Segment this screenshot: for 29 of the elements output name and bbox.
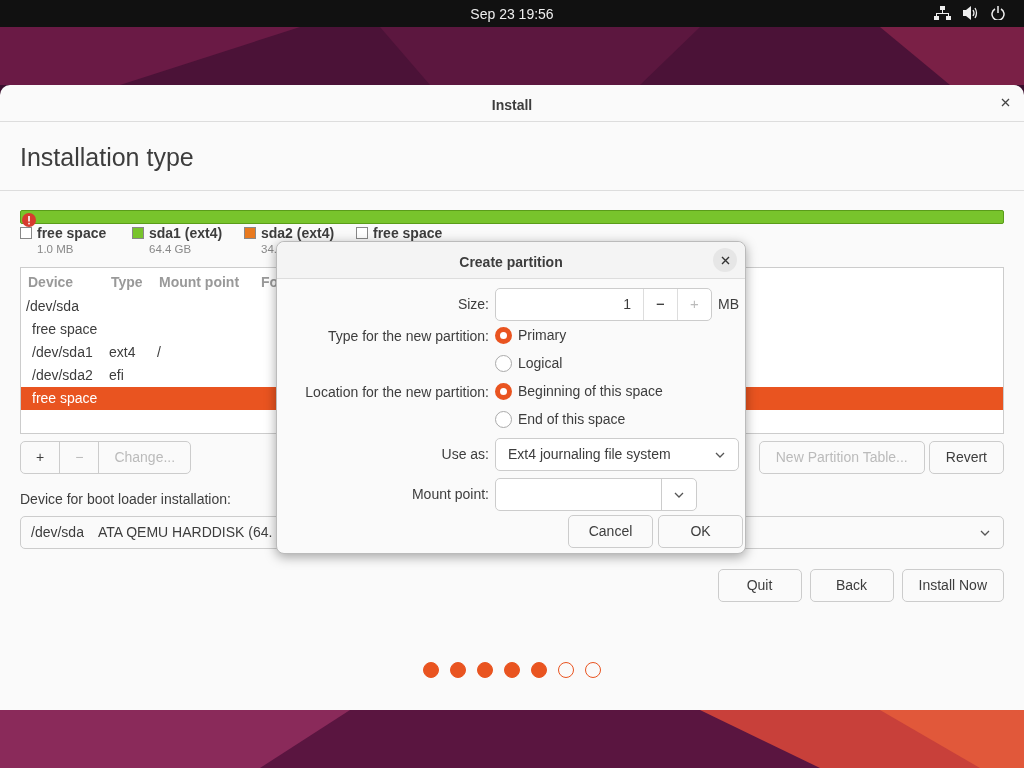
legend-size: 1.0 MB	[37, 242, 75, 257]
radio-label: Primary	[518, 325, 567, 345]
device-description: ATA QEMU HARDDISK (64.	[97, 523, 273, 543]
page-heading: Installation type	[20, 142, 195, 172]
field-label: Type for the new partition:	[326, 327, 489, 346]
table-cell: /dev/sda1	[32, 344, 93, 361]
table-cell: ext4	[109, 344, 136, 361]
table-cell: /dev/sda2	[32, 367, 93, 384]
radio-label: Beginning of this space	[518, 381, 663, 401]
legend-label: free space	[37, 225, 107, 241]
legend-size: 64.4 GB	[149, 242, 193, 257]
field-label: Mount point:	[410, 485, 489, 504]
table-cell: free space	[32, 390, 98, 407]
radio-label: Logical	[518, 353, 563, 373]
window-title: Install	[491, 96, 533, 115]
field-label: Size:	[456, 295, 489, 314]
legend-label: free space	[373, 225, 443, 241]
radio-label: End of this space	[518, 409, 626, 429]
legend-label: sda2 (ext4)	[261, 225, 335, 241]
table-cell: /	[157, 344, 161, 361]
table-cell: efi	[109, 367, 124, 384]
field-label: Location for the new partition:	[304, 383, 489, 402]
dialog-title: Create partition	[459, 253, 563, 272]
legend-label: sda1 (ext4)	[149, 225, 223, 241]
field-label: Device for boot loader installation:	[20, 490, 231, 510]
legend-size: 34.	[261, 242, 278, 257]
field-label: Use as:	[440, 445, 489, 464]
device-path: /dev/sda	[31, 523, 84, 543]
unit-label: MB	[718, 295, 739, 314]
